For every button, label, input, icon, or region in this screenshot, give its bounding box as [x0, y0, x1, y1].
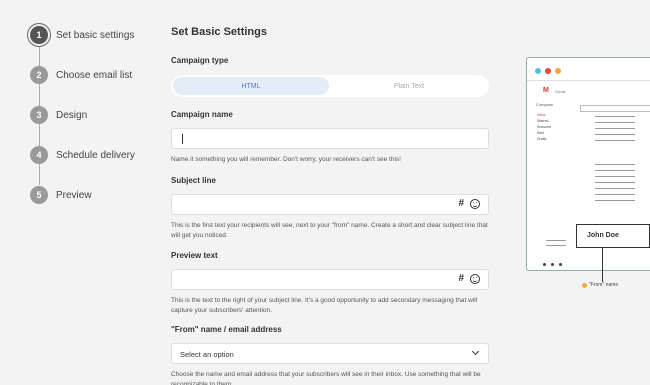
step-label: Schedule delivery: [56, 149, 135, 161]
sidebar-item-inbox: Inbox: [537, 113, 546, 117]
step-5[interactable]: 5 Preview: [30, 185, 92, 205]
step-label: Set basic settings: [56, 29, 135, 41]
preview-text-label: Preview text: [171, 251, 218, 260]
campaign-name-hint: Name it something you will remember. Don…: [171, 156, 401, 163]
divider: [527, 80, 650, 81]
campaign-type-toggle: HTML Plain Text: [171, 75, 489, 97]
mail-row: [595, 128, 635, 129]
step-label: Preview: [56, 189, 92, 201]
mail-row: [595, 164, 635, 165]
step-number: 5: [30, 186, 48, 204]
sidebar-item-drafts: Drafts: [537, 137, 547, 141]
page-title: Set Basic Settings: [171, 26, 267, 38]
window-dot-icon: [535, 68, 541, 74]
chevron-down-icon: [471, 347, 480, 356]
step-number: 1: [30, 26, 48, 44]
preview-text-input[interactable]: #: [171, 269, 489, 290]
subject-line-hint: This is the first text your recipients w…: [171, 222, 488, 239]
mail-row-highlight: [580, 105, 650, 112]
step-label: Design: [56, 109, 88, 121]
step-1[interactable]: 1 Set basic settings: [30, 25, 134, 45]
from-name-callout: "From" name: [582, 282, 618, 288]
window-dot-icon: [555, 68, 561, 74]
pager-dots: [543, 263, 562, 266]
campaign-type-plain-text-option[interactable]: Plain Text: [331, 77, 487, 95]
mail-row: [595, 194, 635, 195]
mail-row: [595, 140, 635, 141]
step-number: 3: [30, 106, 48, 124]
from-name-card: John Doe: [576, 224, 650, 248]
campaign-name-input[interactable]: [171, 128, 489, 149]
mail-row: [595, 176, 635, 177]
from-label: "From" name / email address: [171, 325, 282, 334]
text-cursor: [182, 134, 183, 144]
mail-row: [595, 122, 635, 123]
mail-row: [595, 182, 635, 183]
mail-row: [595, 170, 635, 171]
mail-row: [546, 240, 566, 241]
callout-line: [602, 248, 603, 282]
campaign-name-label: Campaign name: [171, 110, 233, 119]
step-4[interactable]: 4 Schedule delivery: [30, 145, 135, 165]
mail-row: [595, 188, 635, 189]
step-label: Choose email list: [56, 69, 133, 81]
hashtag-icon[interactable]: #: [458, 198, 464, 209]
campaign-type-html-option[interactable]: HTML: [173, 77, 329, 95]
callout-label: "From" name: [589, 282, 619, 288]
subject-line-input[interactable]: #: [171, 194, 489, 215]
step-number: 4: [30, 146, 48, 164]
mail-row: [595, 134, 635, 135]
emoji-icon[interactable]: [470, 273, 480, 284]
gmail-app-name: Gmail: [555, 89, 566, 94]
step-3[interactable]: 3 Design: [30, 105, 87, 125]
emoji-icon[interactable]: [470, 198, 480, 209]
sidebar-item-sent: Sent: [537, 131, 545, 135]
window-dot-icon: [545, 68, 551, 74]
mail-row: [546, 245, 566, 246]
from-hint: Choose the name and email address that y…: [171, 371, 481, 385]
from-select[interactable]: Select an option: [171, 343, 489, 364]
step-2[interactable]: 2 Choose email list: [30, 65, 132, 85]
hashtag-icon[interactable]: #: [458, 273, 464, 284]
mail-row: [595, 116, 635, 117]
preview-text-hint: This is the text to the right of your su…: [171, 297, 478, 314]
compose-label: Compose: [536, 102, 554, 107]
step-number: 2: [30, 66, 48, 84]
sidebar-item-starred: Starred: [537, 119, 549, 123]
callout-dot-icon: [582, 282, 587, 288]
sidebar-item-snoozed: Snoozed: [537, 125, 551, 129]
subject-line-label: Subject line: [171, 176, 216, 185]
from-select-value: Select an option: [180, 350, 234, 359]
gmail-logo-icon: M: [543, 87, 549, 94]
campaign-type-label: Campaign type: [171, 56, 229, 65]
mail-row: [595, 200, 635, 201]
